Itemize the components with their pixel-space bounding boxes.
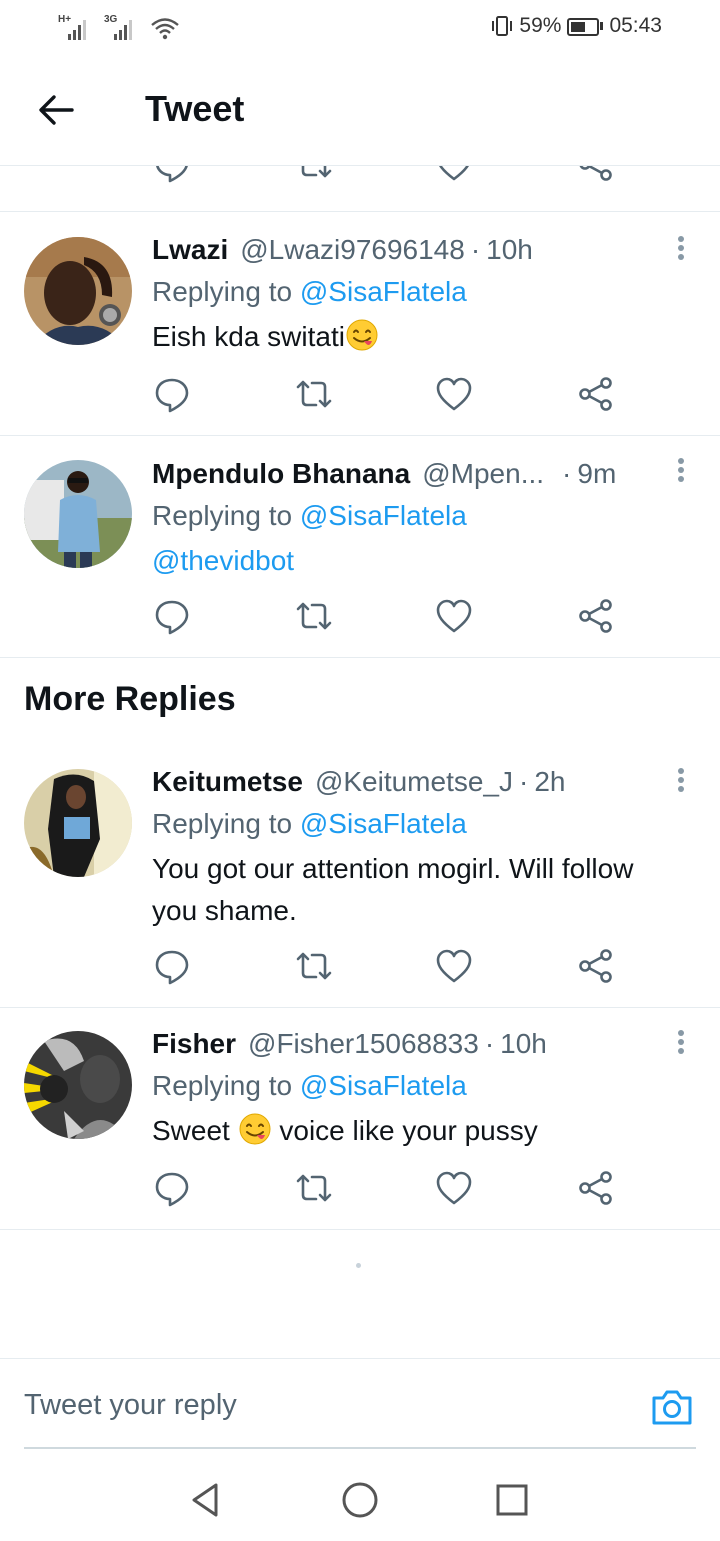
share-icon[interactable] [576, 596, 616, 636]
avatar[interactable] [24, 1031, 132, 1139]
savoring-food-emoji-icon [346, 319, 378, 351]
more-replies-heading: More Replies [24, 680, 236, 718]
author-handle[interactable]: @Lwazi97696148 [240, 230, 465, 270]
clock: 05:43 [609, 14, 662, 37]
tweet-reply[interactable]: Mpendulo Bhanana @Mpen... · 9m Replying … [0, 436, 720, 658]
like-icon[interactable] [434, 596, 474, 636]
tweet-timestamp: 10h [486, 234, 533, 265]
avatar[interactable] [24, 769, 132, 877]
tweet-actions [0, 946, 720, 990]
author-name[interactable]: Fisher [152, 1024, 236, 1064]
tweet-text: Sweet voice like your pussy [152, 1110, 660, 1152]
status-bar: H+ 3G 59% 05:43 [0, 0, 720, 54]
tweet-reply[interactable]: Keitumetse @Keitumetse_J · 2h Replying t… [0, 748, 720, 1008]
tweet-reply[interactable]: Fisher @Fisher15068833 · 10h Replying to… [0, 1008, 720, 1230]
tweet-reply[interactable]: Lwazi @Lwazi97696148 · 10h Replying to @… [0, 212, 720, 436]
wifi-icon [151, 18, 179, 40]
vibrate-icon [492, 16, 513, 36]
loading-indicator [356, 1263, 361, 1268]
share-icon[interactable] [576, 166, 616, 184]
reply-composer [0, 1358, 720, 1449]
more-options-icon[interactable] [676, 768, 686, 796]
share-icon[interactable] [576, 946, 616, 986]
author-handle[interactable]: @Mpen... [422, 454, 544, 494]
page-title: Tweet [145, 88, 245, 129]
replying-to-line: Replying to @SisaFlatela [152, 1064, 660, 1108]
author-name[interactable]: Lwazi [152, 230, 228, 270]
reply-input-underline [24, 1447, 696, 1449]
replying-to-line: Replying to @SisaFlatela [152, 270, 660, 314]
system-navigation-bar [0, 1450, 720, 1541]
tweet-actions [0, 1168, 720, 1212]
tweet-actions [0, 596, 720, 640]
retweet-icon[interactable] [294, 374, 334, 414]
tweet-text: Eish kda switati [152, 316, 660, 358]
retweet-icon[interactable] [294, 166, 334, 184]
like-count: 1 [486, 166, 500, 173]
replying-mention[interactable]: @SisaFlatela [300, 276, 467, 307]
nav-home-icon[interactable] [340, 1480, 380, 1520]
author-handle[interactable]: @Keitumetse_J [315, 762, 513, 802]
reply-icon[interactable] [152, 166, 192, 184]
avatar[interactable] [24, 237, 132, 345]
share-icon[interactable] [576, 374, 616, 414]
replying-mention[interactable]: @SisaFlatela [300, 808, 467, 839]
like-icon[interactable] [434, 166, 474, 184]
battery-icon [567, 16, 604, 36]
replying-label: Replying to [152, 500, 293, 531]
more-options-icon[interactable] [676, 236, 686, 264]
tweet-mention-link[interactable]: @thevidbot [152, 545, 294, 576]
retweet-icon[interactable] [294, 596, 334, 636]
tweet-text-content: Eish kda switati [152, 321, 345, 352]
like-icon[interactable] [434, 374, 474, 414]
replying-mention[interactable]: @SisaFlatela [300, 1070, 467, 1101]
more-options-icon[interactable] [676, 458, 686, 486]
battery-percent: 59% [519, 14, 562, 37]
tweet-timestamp: 10h [500, 1028, 547, 1059]
more-options-icon[interactable] [676, 1030, 686, 1058]
retweet-icon[interactable] [294, 1168, 334, 1208]
savoring-food-emoji-icon [239, 1113, 271, 1145]
tweet-timestamp: 2h [534, 766, 566, 797]
partial-tweet-actions: 1 [0, 166, 720, 212]
tweet-text: You got our attention mogirl. Will follo… [152, 853, 634, 926]
replying-label: Replying to [152, 276, 293, 307]
top-app-bar: Tweet [0, 54, 720, 166]
tweet-timestamp: 9m [577, 458, 617, 489]
author-name[interactable]: Mpendulo Bhanana [152, 454, 410, 494]
back-arrow-icon[interactable] [36, 90, 76, 130]
avatar[interactable] [24, 460, 132, 568]
nav-back-icon[interactable] [186, 1480, 226, 1520]
replying-mention[interactable]: @SisaFlatela [300, 500, 467, 531]
replying-label: Replying to [152, 808, 293, 839]
camera-icon[interactable] [650, 1387, 694, 1427]
author-name[interactable]: Keitumetse [152, 762, 303, 802]
author-handle[interactable]: @Fisher15068833 [248, 1024, 479, 1064]
retweet-icon[interactable] [294, 946, 334, 986]
replying-to-line: Replying to @SisaFlatela [152, 802, 660, 846]
nav-recents-icon[interactable] [492, 1480, 532, 1520]
reply-icon[interactable] [152, 946, 192, 986]
share-icon[interactable] [576, 1168, 616, 1208]
tweet-text-after: voice like your pussy [279, 1115, 538, 1146]
reply-icon[interactable] [152, 374, 192, 414]
tweet-text: @thevidbot [152, 540, 660, 582]
cellular-signal-icon: H+ [58, 14, 94, 40]
cellular-signal-icon-2: 3G [104, 14, 140, 40]
like-icon[interactable] [434, 1168, 474, 1208]
tweet-actions [0, 374, 720, 418]
tweet-text-before: Sweet [152, 1115, 230, 1146]
reply-icon[interactable] [152, 1168, 192, 1208]
like-icon[interactable] [434, 946, 474, 986]
reply-icon[interactable] [152, 596, 192, 636]
replying-to-line: Replying to @SisaFlatela [152, 494, 660, 538]
reply-input[interactable] [24, 1389, 584, 1422]
replying-label: Replying to [152, 1070, 293, 1101]
